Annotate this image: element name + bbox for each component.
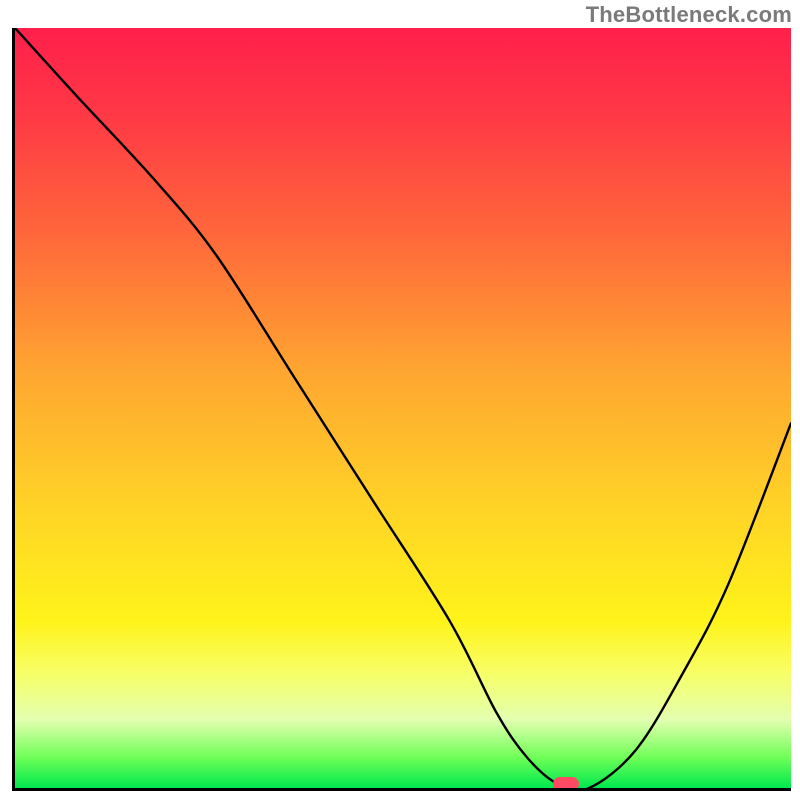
- plot-area: [12, 28, 791, 791]
- optimal-point-marker: [553, 777, 579, 791]
- watermark-text: TheBottleneck.com: [586, 2, 792, 28]
- bottleneck-curve: [15, 28, 791, 788]
- chart-frame: TheBottleneck.com: [0, 0, 800, 800]
